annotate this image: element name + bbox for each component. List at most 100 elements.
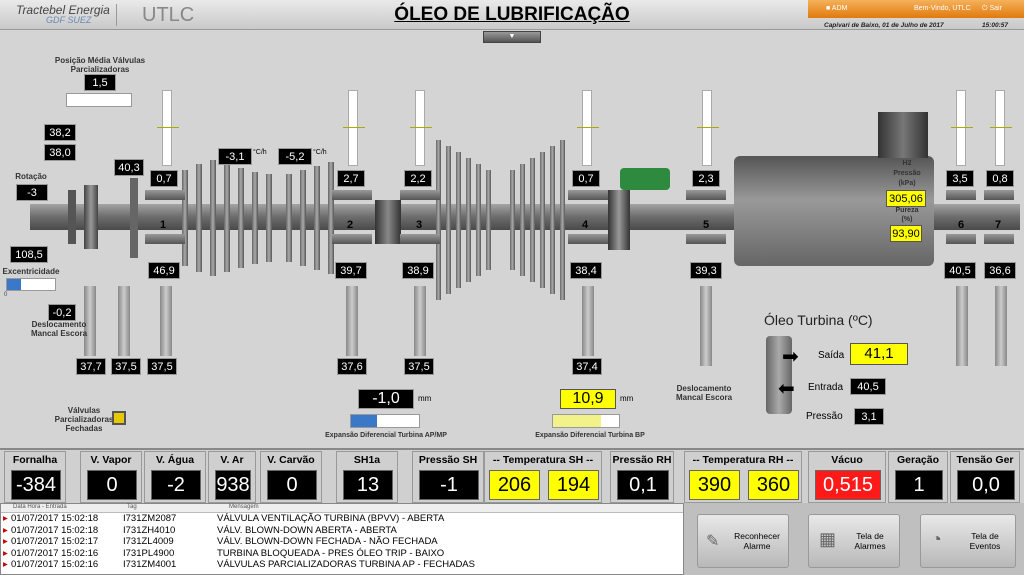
bearing-3-number: 3 bbox=[416, 219, 423, 231]
alarm-row[interactable]: ▸ 01/07/2017 15:02:18 I731ZM2087 VÁLVULA VE… bbox=[1, 513, 683, 525]
bearing-4-number: 4 bbox=[582, 219, 589, 231]
alarm-col-tag[interactable]: Tag bbox=[127, 504, 137, 510]
exp-ap-unit: mm bbox=[418, 394, 432, 403]
status-label: V. Vapor bbox=[90, 454, 132, 466]
bearing-5-vibration: 2,3 bbox=[692, 170, 720, 187]
vibration-gauge-4 bbox=[577, 90, 599, 166]
status-cell: V. Água -2 bbox=[144, 451, 206, 503]
alarm-arrow-icon: ▸ bbox=[3, 536, 8, 547]
bearing-6-number: 6 bbox=[958, 219, 965, 231]
alarm-col-time[interactable]: Data Hora - Entrada bbox=[13, 504, 67, 510]
pad-temp-5: 37,5 bbox=[404, 358, 434, 375]
status-value: 390 bbox=[689, 470, 740, 500]
bearing-5-top bbox=[686, 190, 726, 200]
h2-pressure-label: Pressão bbox=[893, 170, 921, 177]
status-cell: Fornalha -384 bbox=[4, 451, 66, 503]
support-post bbox=[995, 286, 1007, 366]
alarm-col-msg[interactable]: Mensagem bbox=[229, 504, 259, 510]
status-label: Vácuo bbox=[831, 454, 863, 466]
status-cell: V. Vapor 0 bbox=[80, 451, 142, 503]
rate-2-unit: °C/h bbox=[313, 149, 327, 156]
bearing-1-bottom bbox=[145, 234, 185, 244]
temp-38-2: 38,2 bbox=[44, 124, 76, 141]
temp-38-0: 38,0 bbox=[44, 144, 76, 161]
valves-closed-label: Válvulas Parcializadoras Fechadas bbox=[54, 406, 114, 433]
eccentricity-value: 108,5 bbox=[10, 246, 48, 263]
support-post bbox=[700, 286, 712, 366]
alarm-row[interactable]: ▸ 01/07/2017 15:02:17 I731ZL4009 VÁLV. BLOW… bbox=[1, 536, 683, 548]
company-logo-sub: GDF SUEZ bbox=[46, 15, 92, 25]
alarm-screen-button[interactable]: ▦ Tela de Alarmes bbox=[808, 514, 900, 568]
alarm-msg: VÁLV. BLOWN-DOWN FECHADA - NÃO FECHADA bbox=[217, 536, 438, 547]
status-label: Tensão Ger bbox=[956, 454, 1014, 466]
rotation-value: -3 bbox=[16, 184, 48, 201]
oil-press-value: 3,1 bbox=[854, 408, 884, 425]
valves-closed-indicator bbox=[112, 411, 126, 425]
bearing-3-temp: 38,9 bbox=[402, 262, 434, 279]
status-label: Pressão SH bbox=[418, 454, 478, 466]
alarm-list[interactable]: Data Hora - Entrada Tag Mensagem ▸ 01/07/… bbox=[0, 503, 684, 575]
vibration-gauge-7 bbox=[990, 90, 1012, 166]
arrow-left-icon: ⬅ bbox=[778, 378, 795, 400]
alarm-arrow-icon: ▸ bbox=[3, 524, 8, 536]
h2-pressure-value: 305,06 bbox=[886, 190, 926, 207]
logout-button[interactable]: ⏻ Sair bbox=[982, 2, 1022, 16]
bearing-6-bottom bbox=[946, 234, 976, 244]
status-cell: V. Ar 938 bbox=[208, 451, 256, 503]
app-name: UTLC bbox=[142, 4, 195, 26]
exp-ap-label: Expansão Diferencial Turbina AP/MP bbox=[325, 432, 447, 439]
oil-out-label: Saída bbox=[818, 350, 845, 361]
alarm-row[interactable]: ▸ 01/07/2017 15:02:16 I731PL4900 TURBINA BL… bbox=[1, 548, 683, 560]
vibration-gauge-5 bbox=[697, 90, 719, 166]
status-cell: Tensão Ger 0,0 bbox=[950, 451, 1020, 503]
casing-ring bbox=[130, 178, 138, 258]
page-dropdown-button[interactable]: ▼ bbox=[483, 31, 541, 43]
admin-button[interactable]: ■ ADM bbox=[826, 2, 866, 16]
status-cell: Vácuo 0,515 bbox=[808, 451, 886, 503]
status-value: 194 bbox=[548, 470, 599, 500]
bearing-7-top bbox=[984, 190, 1014, 200]
support-post bbox=[956, 286, 968, 366]
alarm-row[interactable]: ▸ 01/07/2017 15:02:16 I731ZM4001 VÁLVULAS P… bbox=[1, 559, 683, 571]
bearing-4-top bbox=[568, 190, 608, 200]
h2-pressure-unit: (kPa) bbox=[898, 180, 916, 187]
bearing-2-number: 2 bbox=[347, 219, 354, 231]
clock: 15:00:57 bbox=[982, 22, 1009, 29]
status-value: 1 bbox=[895, 470, 943, 500]
turning-gear bbox=[608, 190, 630, 250]
status-label: -- Temperatura SH -- bbox=[492, 454, 594, 466]
hp-stage-blades bbox=[182, 160, 362, 276]
bearing-5-temp: 39,3 bbox=[690, 262, 722, 279]
eccentricity-bar bbox=[6, 278, 56, 291]
support-post bbox=[582, 286, 594, 356]
alarm-arrow-icon: ▸ bbox=[3, 513, 8, 524]
event-screen-button[interactable]: ◔ Tela de Eventos bbox=[920, 514, 1016, 568]
status-cell: Pressão RH 0,1 bbox=[610, 451, 674, 503]
support-post bbox=[160, 286, 172, 356]
generator-exciter bbox=[878, 112, 928, 158]
alarm-time: 01/07/2017 15:02:16 bbox=[11, 559, 99, 570]
status-value: -384 bbox=[11, 470, 61, 500]
vibration-gauge-3 bbox=[410, 90, 432, 166]
alarm-row[interactable]: ▸ 01/07/2017 15:02:18 I731ZH4010 VÁLV. BLOW… bbox=[1, 525, 683, 537]
coupling-left bbox=[68, 190, 76, 244]
status-value: 0 bbox=[87, 470, 137, 500]
alarm-tag: I731PL4900 bbox=[123, 547, 175, 559]
vibration-gauge-1 bbox=[157, 90, 179, 166]
bearing-3-top bbox=[400, 190, 440, 200]
coupling-mid bbox=[375, 200, 401, 244]
bearing-4-bottom bbox=[568, 234, 608, 244]
status-cell: -- Temperatura RH -- 390 360 bbox=[684, 451, 802, 503]
lp-stage-blades bbox=[436, 140, 566, 300]
header-divider bbox=[116, 4, 117, 26]
ack-alarm-button[interactable]: ✎ Reconhecer Alarme bbox=[697, 514, 789, 568]
alarm-tag: I731ZM2087 bbox=[123, 513, 177, 524]
status-label: Geração bbox=[896, 454, 940, 466]
bearing-4-temp: 38,4 bbox=[570, 262, 602, 279]
oil-out-value: 41,1 bbox=[850, 343, 908, 365]
status-value: 206 bbox=[489, 470, 540, 500]
bearing-2-top bbox=[332, 190, 372, 200]
page-title: ÓLEO DE LUBRIFICAÇÃO bbox=[394, 4, 630, 25]
oil-press-label: Pressão bbox=[806, 411, 843, 422]
eccentricity-label: Excentricidade bbox=[2, 267, 60, 276]
